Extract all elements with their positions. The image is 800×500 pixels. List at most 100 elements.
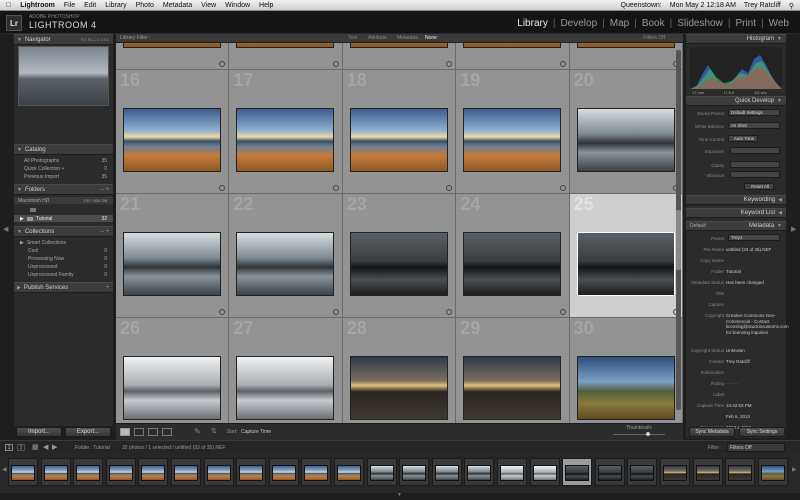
badge-icon[interactable] <box>219 185 226 191</box>
exposure-stepper[interactable] <box>730 147 780 154</box>
metadata-field[interactable]: Label <box>686 392 786 400</box>
grid-cell[interactable] <box>569 43 683 70</box>
filmstrip-thumb[interactable] <box>562 458 593 486</box>
navigator-zoom-options[interactable]: FIT FILL 1:1 3:1 <box>81 37 109 42</box>
vibrance-stepper[interactable] <box>730 171 780 178</box>
export-button[interactable]: Export... <box>65 427 111 437</box>
filmstrip-thumb[interactable] <box>171 458 201 486</box>
metadata-field[interactable]: Copyright Creative Commons Non-Commercial… <box>686 313 789 345</box>
white-balance-select[interactable]: As Shot <box>728 122 780 129</box>
grid-cell[interactable]: 19 <box>456 70 570 194</box>
metadata-field[interactable]: Rating · · · · · <box>686 381 786 389</box>
menu-file[interactable]: File <box>64 2 75 9</box>
grid-cell[interactable]: 16 <box>116 70 230 194</box>
keywording-header[interactable]: Keywording ◀ <box>686 195 786 205</box>
page-1-button[interactable]: 1 <box>5 444 13 451</box>
menu-photo[interactable]: Photo <box>136 2 154 9</box>
module-slideshow[interactable]: Slideshow <box>672 18 728 29</box>
spotlight-icon[interactable]: ⚲ <box>789 2 794 10</box>
badge-icon[interactable] <box>559 185 566 191</box>
grid-cell[interactable]: 17 <box>229 70 343 194</box>
grid-cell[interactable]: 29 <box>456 318 570 423</box>
filmstrip-scroll-left-icon[interactable]: ◀ <box>2 466 7 473</box>
collection-item-smart[interactable]: ▶ Smart Collections <box>14 239 113 246</box>
menu-metadata[interactable]: Metadata <box>163 2 192 9</box>
sync-metadata-button[interactable]: Sync Metadata <box>689 427 735 437</box>
filter-metadata[interactable]: Metadata <box>397 35 418 41</box>
photo-thumbnail[interactable] <box>463 232 562 296</box>
sort-direction-icon[interactable]: ⇅ <box>211 427 217 435</box>
publish-services-header[interactable]: ▶ Publish Services + <box>14 282 113 293</box>
badge-icon[interactable] <box>559 61 566 67</box>
filmstrip-thumb[interactable] <box>73 458 104 486</box>
apple-icon[interactable]:  <box>6 2 11 9</box>
photo-thumbnail[interactable] <box>576 356 675 420</box>
import-button[interactable]: Import... <box>16 427 62 437</box>
saved-preset-select[interactable]: Default Settings <box>728 109 780 116</box>
auto-tone-button[interactable]: Auto Tone <box>728 135 758 142</box>
menu-library[interactable]: Library <box>105 2 126 9</box>
filmstrip-thumb[interactable] <box>757 458 788 486</box>
user-name[interactable]: Trey Ratcliff <box>744 2 781 9</box>
metadata-field[interactable]: Copyright Status Unknown <box>686 348 786 356</box>
sync-settings-button[interactable]: Sync Settings <box>739 427 785 437</box>
filters-off[interactable]: Filters Off <box>643 35 665 41</box>
volume-row[interactable]: Macintosh HD 131 / 400 GB <box>14 197 113 204</box>
module-map[interactable]: Map <box>605 18 634 29</box>
clock[interactable]: Mon May 2 12:18 AM <box>670 2 736 9</box>
module-book[interactable]: Book <box>637 18 670 29</box>
page-2-button[interactable]: 2 <box>17 444 25 451</box>
grid-cell[interactable] <box>456 43 570 70</box>
photo-thumbnail[interactable] <box>576 232 675 296</box>
menu-app-name[interactable]: Lightroom <box>20 2 55 9</box>
metadata-field[interactable]: Title <box>686 291 786 299</box>
grid-cell[interactable]: 20 <box>569 70 683 194</box>
right-panel-toggle-icon[interactable]: ▶ <box>791 225 796 233</box>
photo-thumbnail[interactable] <box>123 108 221 172</box>
filmstrip-thumb[interactable] <box>268 458 299 486</box>
grid-cell[interactable]: 27 <box>229 318 343 423</box>
metadata-field[interactable]: Sublocation <box>686 370 786 378</box>
photo-thumbnail[interactable] <box>463 108 562 172</box>
photo-thumbnail[interactable] <box>349 108 448 172</box>
badge-icon[interactable] <box>332 185 339 191</box>
photo-thumbnail[interactable] <box>236 108 335 172</box>
filmstrip-thumb[interactable] <box>334 458 364 486</box>
module-print[interactable]: Print <box>730 18 761 29</box>
back-arrow-icon[interactable]: ◀ <box>43 443 48 451</box>
photo-thumbnail[interactable] <box>576 43 675 48</box>
grid-cell[interactable] <box>229 43 343 70</box>
filmstrip-thumb[interactable] <box>203 458 234 486</box>
filmstrip-thumb[interactable] <box>366 458 397 486</box>
module-library[interactable]: Library <box>512 18 553 29</box>
grid-cell[interactable] <box>342 43 457 70</box>
thumbnail-size-slider[interactable] <box>613 434 665 435</box>
filmstrip-filter-select[interactable]: Filters Off <box>727 443 785 452</box>
filmstrip-thumb[interactable] <box>236 458 267 486</box>
filmstrip-thumb[interactable] <box>40 458 71 486</box>
add-collection-icon[interactable]: – + <box>100 229 109 235</box>
collection-item-unprocessed-family[interactable]: Unprocessed Family 0 <box>14 271 113 278</box>
thumbnail-slider-handle[interactable] <box>646 432 650 436</box>
scrollbar-thumb[interactable] <box>676 210 681 270</box>
filmstrip-thumb[interactable] <box>725 458 756 486</box>
keyword-list-header[interactable]: Keyword List ◀ <box>686 208 786 218</box>
badge-icon[interactable] <box>559 309 566 315</box>
filmstrip-thumb[interactable] <box>660 458 690 486</box>
grid-icon[interactable]: ▦ <box>32 443 39 451</box>
filmstrip-thumb[interactable] <box>8 458 38 486</box>
compare-view-icon[interactable] <box>148 428 158 436</box>
photo-thumbnail[interactable] <box>463 356 562 420</box>
badge-icon[interactable] <box>332 61 339 67</box>
catalog-item-all-photographs[interactable]: All Photographs 35 <box>14 157 113 164</box>
module-web[interactable]: Web <box>764 18 794 29</box>
clarity-stepper[interactable] <box>730 161 780 168</box>
metadata-field[interactable]: Copy Name <box>686 258 786 266</box>
badge-icon[interactable] <box>446 309 453 315</box>
metadata-field[interactable]: Caption <box>686 302 786 310</box>
navigator-preview[interactable] <box>18 46 109 106</box>
grid-cell[interactable]: 24 <box>456 194 570 318</box>
menu-help[interactable]: Help <box>259 2 273 9</box>
photo-thumbnail[interactable] <box>123 43 221 48</box>
filmstrip-thumb[interactable] <box>399 458 430 486</box>
